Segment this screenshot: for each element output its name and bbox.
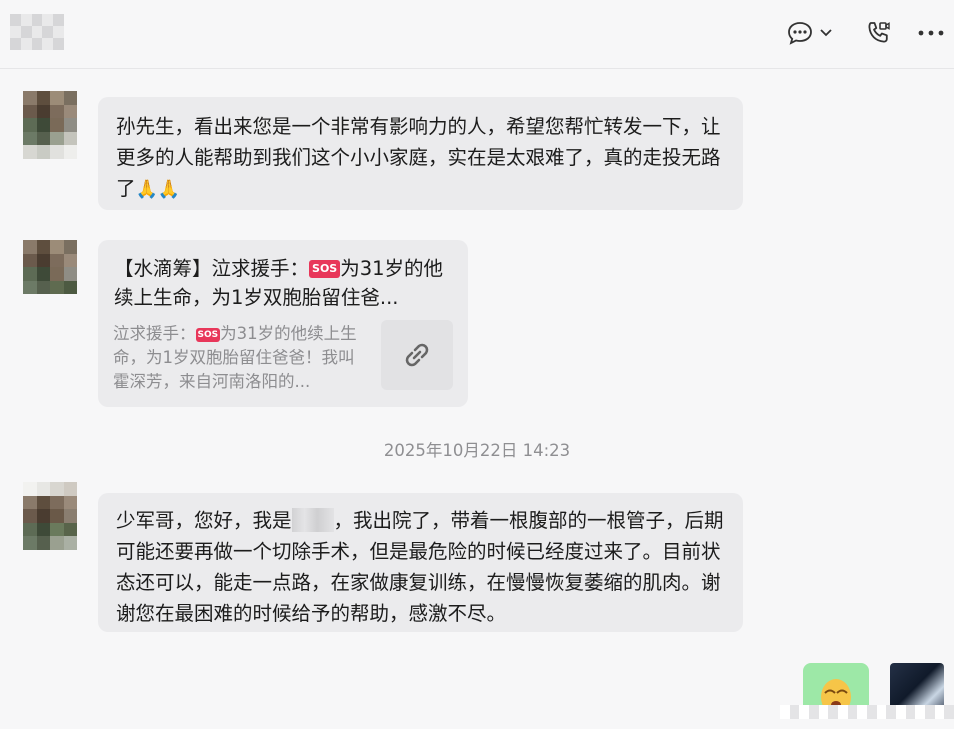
timestamp: 2025年10月22日 14:23 (383, 441, 571, 460)
link-title: 【水滴筹】泣求援手： SOS 为31岁的他续上生命，为1岁双胞胎留住爸... (114, 257, 444, 309)
chevron-down-icon[interactable] (820, 29, 832, 37)
pray-emoji: 🙏🙏 (135, 179, 181, 200)
sender-avatar[interactable] (23, 91, 77, 159)
message-bubble[interactable]: 孙先生，看出来您是一个非常有影响力的人，希望您帮忙转发一下，让更多的人能帮助到我… (98, 97, 743, 210)
redacted-strip (780, 705, 954, 719)
chat-bubble-icon[interactable] (786, 20, 814, 46)
phone-video-icon[interactable] (864, 19, 892, 47)
link-thumbnail (381, 320, 453, 390)
sender-avatar[interactable] (23, 240, 77, 294)
more-icon[interactable] (918, 30, 944, 36)
message-bubble[interactable]: 少军哥，您好，我是 ，我出院了，带着一根腹部的一根管子，后期可能还要再做一个切除手… (98, 493, 743, 632)
chat-header (0, 0, 954, 69)
sos-badge-icon: SOS (309, 260, 341, 278)
link-icon (405, 343, 429, 367)
link-description: 泣求援手： SOS 为31岁的他续上生命，为1岁双胞胎留住爸爸！我叫霍深芳，来自河南… (113, 324, 357, 391)
sos-badge-icon: SOS (195, 328, 221, 342)
sender-avatar[interactable] (23, 482, 77, 550)
message-text-part: 少军哥，您好，我是 (116, 509, 292, 532)
message-text: 孙先生，看出来您是一个非常有影响力的人，希望您帮忙转发一下，让更多的人能帮助到我… (116, 115, 721, 200)
redacted-name (291, 508, 334, 532)
contact-name-redacted (10, 14, 64, 50)
